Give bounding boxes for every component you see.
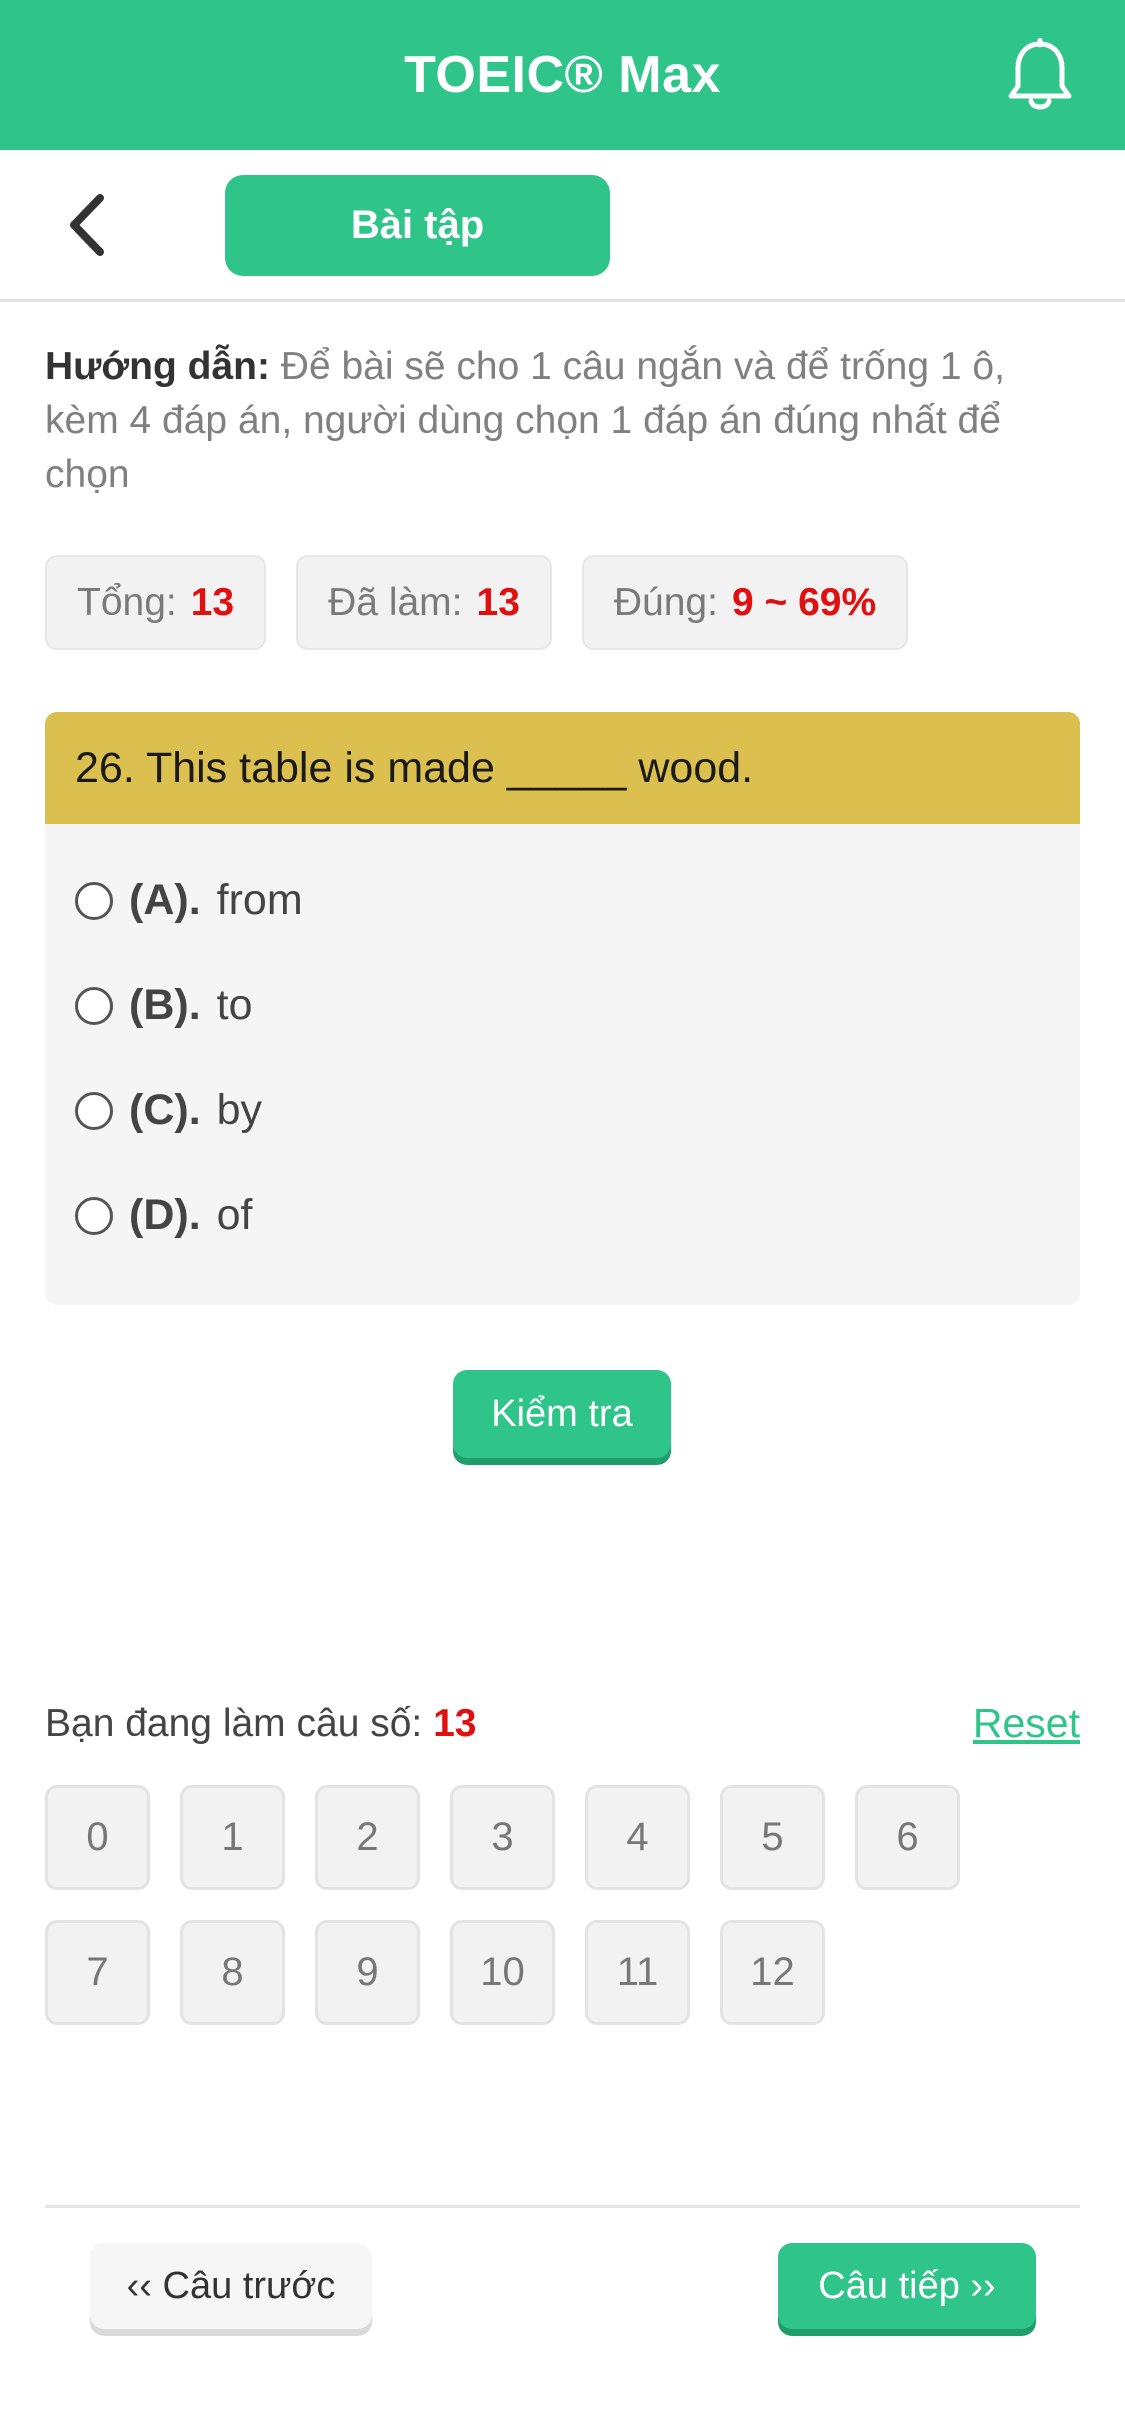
next-question-button[interactable]: Câu tiếp ›› [778, 2243, 1036, 2329]
question-number-button[interactable]: 8 [180, 1920, 285, 2025]
question-text: 26. This table is made _____ wood. [45, 712, 1080, 824]
radio-button[interactable] [75, 986, 113, 1025]
option-letter: (A). [129, 876, 201, 924]
check-button[interactable]: Kiểm tra [453, 1370, 671, 1458]
option-text: to [216, 981, 253, 1029]
tab-exercise[interactable]: Bài tập [225, 175, 610, 276]
question-number-button[interactable]: 4 [585, 1785, 690, 1890]
question-number-button[interactable]: 9 [315, 1920, 420, 2025]
question-number-button[interactable]: 6 [855, 1785, 960, 1890]
option-a[interactable]: (A). from [45, 848, 1080, 953]
question-number-button[interactable]: 1 [180, 1785, 285, 1890]
option-b[interactable]: (B). to [45, 953, 1080, 1058]
stat-correct-label: Đúng: [613, 580, 718, 624]
stat-correct: Đúng: 9 ~ 69% [581, 555, 909, 650]
question-number-button[interactable]: 12 [720, 1920, 825, 2025]
bell-icon[interactable] [1005, 38, 1075, 114]
stat-done-value: 13 [476, 580, 520, 624]
divider [45, 2205, 1080, 2208]
stat-total: Tổng: 13 [45, 555, 267, 650]
question-number-button[interactable]: 11 [585, 1920, 690, 2025]
question-number-button[interactable]: 5 [720, 1785, 825, 1890]
progress-current: 13 [433, 1701, 477, 1745]
instruction-label: Hướng dẫn: [45, 345, 270, 388]
reset-link[interactable]: Reset [973, 1700, 1080, 1747]
stat-total-label: Tổng: [77, 580, 177, 624]
app-header: TOEIC® Max [0, 0, 1125, 150]
chevron-left-icon[interactable] [62, 192, 112, 258]
previous-question-button[interactable]: ‹‹ Câu trước [90, 2243, 372, 2329]
stats-row: Tổng: 13 Đã làm: 13 Đúng: 9 ~ 69% [45, 555, 909, 650]
question-number-button[interactable]: 10 [450, 1920, 555, 2025]
stat-correct-value: 9 ~ 69% [731, 580, 877, 624]
option-text: from [216, 876, 303, 924]
option-letter: (C). [129, 1086, 201, 1134]
option-text: of [216, 1191, 253, 1239]
stat-done-label: Đã làm: [328, 580, 463, 624]
progress-text: Bạn đang làm câu số: [45, 1701, 423, 1745]
question-number-button[interactable]: 0 [45, 1785, 150, 1890]
option-text: by [216, 1086, 263, 1134]
option-letter: (B). [129, 981, 201, 1029]
stat-done: Đã làm: 13 [296, 555, 552, 650]
progress-row: Bạn đang làm câu số: 13 Reset [45, 1700, 1080, 1747]
radio-button[interactable] [75, 1091, 113, 1130]
option-c[interactable]: (C). by [45, 1058, 1080, 1163]
option-letter: (D). [129, 1191, 201, 1239]
app-title: TOEIC® Max [404, 46, 721, 104]
radio-button[interactable] [75, 881, 113, 920]
question-number-button[interactable]: 7 [45, 1920, 150, 2025]
answer-options: (A). from (B). to (C). by (D). of [45, 824, 1080, 1268]
progress-label: Bạn đang làm câu số: 13 [45, 1702, 476, 1746]
subheader: Bài tập [0, 150, 1125, 302]
radio-button[interactable] [75, 1196, 113, 1235]
option-d[interactable]: (D). of [45, 1163, 1080, 1268]
stat-total-value: 13 [190, 580, 235, 624]
question-card: 26. This table is made _____ wood. (A). … [45, 712, 1080, 1305]
question-number-button[interactable]: 3 [450, 1785, 555, 1890]
instruction: Hướng dẫn: Để bài sẽ cho 1 câu ngắn và đ… [45, 340, 1085, 502]
question-number-button[interactable]: 2 [315, 1785, 420, 1890]
